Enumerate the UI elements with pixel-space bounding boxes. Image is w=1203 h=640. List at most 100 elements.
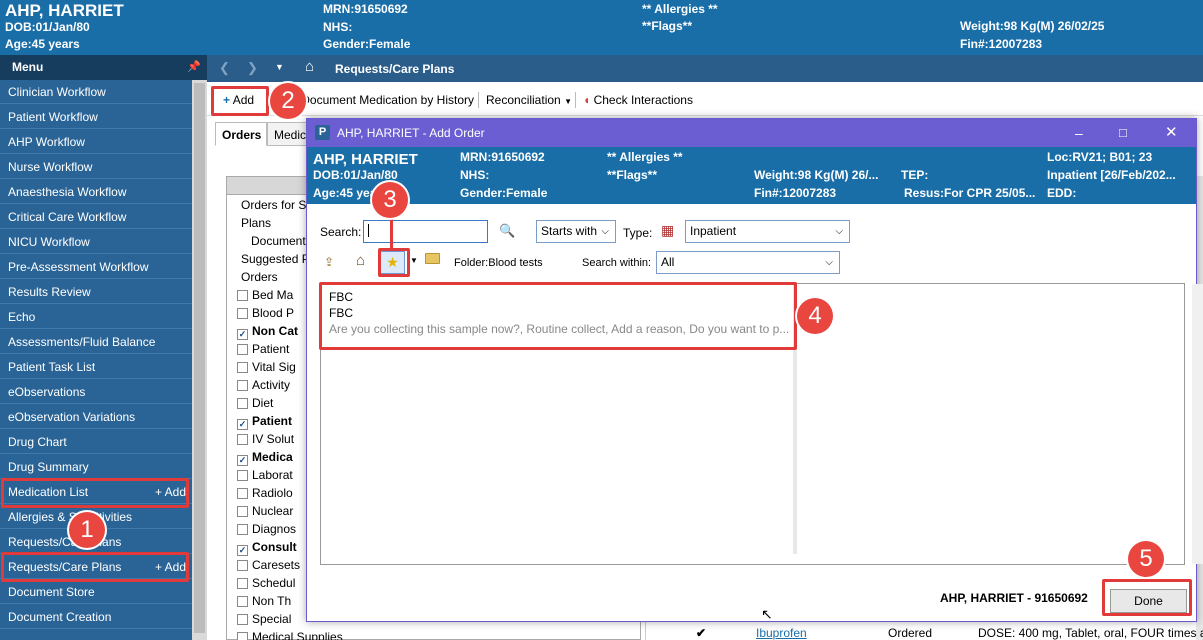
- tree-item[interactable]: Special: [237, 610, 291, 628]
- tree-checkbox[interactable]: [237, 344, 248, 355]
- tab-orders[interactable]: Orders: [215, 122, 267, 146]
- sidebar-item-eobservation-variations[interactable]: eObservation Variations: [0, 405, 192, 429]
- page-title: Requests/Care Plans: [335, 62, 455, 76]
- sidebar-item-document-store[interactable]: Document Store: [0, 580, 192, 604]
- document-medication-button[interactable]: Document Medication by History: [298, 93, 474, 107]
- allergies-flag[interactable]: ** Allergies **: [642, 2, 718, 16]
- sidebar-item-results-review[interactable]: Results Review: [0, 280, 192, 304]
- sidebar-item-eobservations[interactable]: eObservations: [0, 380, 192, 404]
- sidebar-item-anaesthesia-workflow[interactable]: Anaesthesia Workflow: [0, 180, 192, 204]
- sidebar-item-assessments-fluid-balance[interactable]: Assessments/Fluid Balance: [0, 330, 192, 354]
- tree-checkbox[interactable]: [237, 434, 248, 445]
- sidebar-item-pre-assessment-workflow[interactable]: Pre-Assessment Workflow: [0, 255, 192, 279]
- tree-item[interactable]: Blood P: [237, 304, 294, 322]
- tree-item[interactable]: Bed Ma: [237, 286, 293, 304]
- check-interactions-button[interactable]: ◖ Check Interactions: [583, 93, 693, 107]
- favorites-dropdown-icon[interactable]: ▼: [410, 256, 418, 265]
- tree-checkbox[interactable]: [237, 596, 248, 607]
- sidebar-item-ahp-workflow[interactable]: AHP Workflow: [0, 130, 192, 154]
- tree-checkbox[interactable]: ✓: [237, 455, 248, 466]
- sidebar-item-drug-summary[interactable]: Drug Summary: [0, 455, 192, 479]
- search-within-select[interactable]: All ⌵: [656, 251, 840, 274]
- pill-icon: ◖: [583, 93, 591, 107]
- maximize-icon[interactable]: □: [1119, 119, 1127, 147]
- tree-item[interactable]: ✓ Consult: [237, 538, 297, 556]
- drug-checkbox[interactable]: ✔: [696, 626, 706, 640]
- tree-item[interactable]: IV Solut: [237, 430, 294, 448]
- sidebar-item-echo[interactable]: Echo: [0, 305, 192, 329]
- forward-arrow-icon[interactable]: ❯: [247, 60, 258, 76]
- tree-item[interactable]: Nuclear: [237, 502, 293, 520]
- dialog-titlebar[interactable]: P AHP, HARRIET - Add Order – □ ✕: [307, 119, 1196, 147]
- encounter-type-select[interactable]: Inpatient ⌵: [685, 220, 850, 243]
- tree-item-label: Activity: [252, 378, 291, 392]
- sidebar-item-critical-care-workflow[interactable]: Critical Care Workflow: [0, 205, 192, 229]
- tree-checkbox[interactable]: [237, 560, 248, 571]
- sidebar-item-drug-chart[interactable]: Drug Chart: [0, 430, 192, 454]
- tree-item[interactable]: Laborat: [237, 466, 293, 484]
- tree-item[interactable]: ✓ Medica: [237, 448, 293, 466]
- tree-checkbox[interactable]: [237, 362, 248, 373]
- tree-item[interactable]: Vital Sig: [237, 358, 296, 376]
- tree-checkbox[interactable]: ✓: [237, 419, 248, 430]
- tree-item[interactable]: Caresets: [237, 556, 300, 574]
- home-folder-icon[interactable]: ⌂: [356, 252, 365, 269]
- tree-item[interactable]: Diet: [237, 394, 273, 412]
- tree-item[interactable]: Non Th: [237, 592, 291, 610]
- back-arrow-icon[interactable]: ❮: [219, 60, 230, 76]
- tree-checkbox[interactable]: [237, 290, 248, 301]
- tree-item[interactable]: Orders for Si: [241, 196, 309, 214]
- folder-up-icon[interactable]: ⇪: [324, 255, 334, 269]
- home-icon[interactable]: ⌂: [305, 58, 314, 75]
- tree-item[interactable]: Document: [251, 232, 306, 250]
- drug-name-link[interactable]: Ibuprofen: [756, 626, 807, 640]
- tree-checkbox[interactable]: ✓: [237, 329, 248, 340]
- flags-indicator[interactable]: **Flags**: [607, 168, 657, 182]
- tree-checkbox[interactable]: [237, 506, 248, 517]
- tree-checkbox[interactable]: [237, 632, 248, 640]
- reconciliation-menu[interactable]: Reconciliation ▼: [486, 93, 572, 107]
- close-icon[interactable]: ✕: [1165, 119, 1178, 147]
- tree-checkbox[interactable]: [237, 488, 248, 499]
- tree-item[interactable]: Medical Supplies: [237, 628, 343, 640]
- match-mode-select[interactable]: Starts with ⌵: [536, 220, 616, 243]
- tree-item[interactable]: ✓ Non Cat: [237, 322, 298, 340]
- flags-indicator[interactable]: **Flags**: [642, 19, 692, 33]
- order-details: DOSE: 400 mg, Tablet, oral, FOUR times a: [978, 626, 1203, 640]
- tree-item-label: Schedul: [252, 576, 296, 590]
- history-dropdown-icon[interactable]: ▼: [275, 62, 284, 72]
- folder-icon[interactable]: [425, 253, 440, 264]
- sidebar-item-patient-workflow[interactable]: Patient Workflow: [0, 105, 192, 129]
- pin-icon[interactable]: 📌: [187, 55, 201, 80]
- sidebar-item-nicu-workflow[interactable]: NICU Workflow: [0, 230, 192, 254]
- tree-item[interactable]: Orders: [241, 268, 278, 286]
- tree-item[interactable]: Diagnos: [237, 520, 296, 538]
- results-scrollbar[interactable]: [1192, 284, 1203, 564]
- tree-checkbox[interactable]: [237, 380, 248, 391]
- tree-item[interactable]: Patient: [237, 340, 289, 358]
- tree-item[interactable]: Activity: [237, 376, 290, 394]
- tree-checkbox[interactable]: [237, 524, 248, 535]
- tree-checkbox[interactable]: [237, 398, 248, 409]
- sidebar-scroll-thumb[interactable]: [194, 83, 205, 633]
- tree-checkbox[interactable]: [237, 470, 248, 481]
- tree-checkbox[interactable]: [237, 614, 248, 625]
- tree-checkbox[interactable]: ✓: [237, 545, 248, 556]
- sidebar-item-patient-task-list[interactable]: Patient Task List: [0, 355, 192, 379]
- tree-checkbox[interactable]: [237, 578, 248, 589]
- minimize-icon[interactable]: –: [1075, 119, 1083, 147]
- sidebar-item-document-creation[interactable]: Document Creation: [0, 605, 192, 629]
- tree-item[interactable]: Schedul: [237, 574, 295, 592]
- tree-item[interactable]: ✓ Patient: [237, 412, 292, 430]
- search-input[interactable]: [363, 220, 488, 243]
- tree-checkbox[interactable]: [237, 308, 248, 319]
- allergies-flag[interactable]: ** Allergies **: [607, 150, 683, 164]
- search-icon[interactable]: 🔍: [499, 223, 515, 239]
- sidebar-item-clinician-workflow[interactable]: Clinician Workflow: [0, 80, 192, 104]
- sidebar-item-nurse-workflow[interactable]: Nurse Workflow: [0, 155, 192, 179]
- tree-item-label: Medica: [252, 450, 293, 464]
- tree-item[interactable]: Plans: [241, 214, 271, 232]
- patient-mrn: MRN:91650692: [323, 2, 408, 16]
- tree-item[interactable]: Radiolo: [237, 484, 293, 502]
- tree-item[interactable]: Suggested P: [241, 250, 310, 268]
